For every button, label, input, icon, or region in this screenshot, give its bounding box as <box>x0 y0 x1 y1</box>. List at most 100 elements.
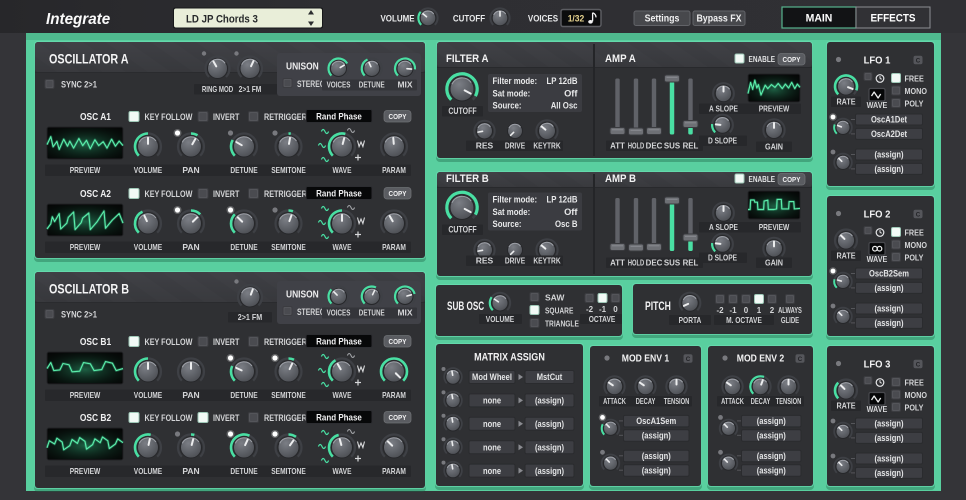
svg-text:DEC: DEC <box>646 142 663 151</box>
svg-text:OSC A1: OSC A1 <box>80 112 111 123</box>
svg-text:RES: RES <box>476 256 494 266</box>
svg-text:ATTACK: ATTACK <box>721 397 744 406</box>
svg-text:Mod Wheel: Mod Wheel <box>472 372 512 382</box>
svg-text:none: none <box>483 396 501 406</box>
svg-text:none: none <box>483 442 501 452</box>
svg-text:RING MOD: RING MOD <box>202 84 233 94</box>
svg-text:VOLUME: VOLUME <box>134 390 163 400</box>
svg-text:1: 1 <box>757 306 762 315</box>
svg-text:POLY: POLY <box>905 99 924 109</box>
svg-text:REL: REL <box>683 259 699 268</box>
svg-text:PARAM: PARAM <box>382 466 406 476</box>
svg-text:-1: -1 <box>599 305 607 314</box>
svg-text:Off: Off <box>564 88 578 98</box>
svg-text:LD JP Chords 3: LD JP Chords 3 <box>186 14 258 26</box>
svg-text:VOLUME: VOLUME <box>134 165 163 175</box>
svg-text:MAIN: MAIN <box>806 13 833 25</box>
svg-text:C: C <box>916 211 921 218</box>
svg-text:D SLOPE: D SLOPE <box>708 253 737 263</box>
svg-text:Filter mode:: Filter mode: <box>493 195 538 205</box>
svg-text:0: 0 <box>613 305 618 314</box>
svg-text:KEY FOLLOW: KEY FOLLOW <box>145 337 193 347</box>
svg-text:RETRIGGER: RETRIGGER <box>264 112 307 122</box>
svg-text:Rand Phase: Rand Phase <box>316 413 362 424</box>
svg-text:2>1 FM: 2>1 FM <box>239 84 262 94</box>
svg-text:SYNC 2>1: SYNC 2>1 <box>61 80 97 90</box>
svg-text:OscA1Det: OscA1Det <box>871 115 907 125</box>
svg-text:OSC B1: OSC B1 <box>80 337 112 348</box>
svg-text:SEMITONE: SEMITONE <box>271 466 306 476</box>
svg-text:MIX: MIX <box>397 80 412 90</box>
svg-text:LP 12dB: LP 12dB <box>547 76 578 86</box>
svg-text:DETUNE: DETUNE <box>230 242 258 252</box>
svg-text:TENSION: TENSION <box>776 397 802 406</box>
svg-text:Sat mode:: Sat mode: <box>493 207 531 217</box>
svg-text:VOLUME: VOLUME <box>380 13 414 24</box>
svg-text:PORTA: PORTA <box>679 315 702 325</box>
svg-text:GAIN: GAIN <box>765 258 783 268</box>
svg-text:EFFECTS: EFFECTS <box>870 13 915 25</box>
svg-text:SEMITONE: SEMITONE <box>271 165 306 175</box>
svg-text:(assign): (assign) <box>757 416 786 426</box>
svg-text:RATE: RATE <box>836 401 855 411</box>
svg-text:DETUNE: DETUNE <box>230 466 258 476</box>
svg-text:MATRIX ASSIGN: MATRIX ASSIGN <box>474 352 545 364</box>
svg-text:DETUNE: DETUNE <box>359 80 385 90</box>
svg-text:ALWAYS: ALWAYS <box>778 306 802 315</box>
svg-text:All Osc: All Osc <box>551 101 578 111</box>
svg-text:M. OCTAVE: M. OCTAVE <box>726 315 762 325</box>
svg-text:RETRIGGER: RETRIGGER <box>264 189 307 199</box>
svg-text:PREVIEW: PREVIEW <box>70 390 101 400</box>
svg-text:(assign): (assign) <box>757 431 786 441</box>
svg-text:OCTAVE: OCTAVE <box>589 314 616 324</box>
svg-text:FREE: FREE <box>905 228 925 238</box>
svg-text:PITCH: PITCH <box>645 299 671 313</box>
svg-text:WAVE: WAVE <box>333 242 352 252</box>
svg-text:RATE: RATE <box>836 251 855 261</box>
svg-text:(assign): (assign) <box>535 396 564 406</box>
svg-text:Rand Phase: Rand Phase <box>316 112 362 123</box>
svg-text:WAVE: WAVE <box>867 100 888 110</box>
svg-text:VOLUME: VOLUME <box>486 314 515 324</box>
svg-text:DEC: DEC <box>646 259 663 268</box>
svg-text:MOD ENV 2: MOD ENV 2 <box>737 353 785 365</box>
svg-text:C: C <box>916 57 921 64</box>
svg-text:C: C <box>916 361 921 368</box>
svg-text:RATE: RATE <box>836 97 855 107</box>
svg-text:KEY FOLLOW: KEY FOLLOW <box>145 112 193 122</box>
svg-text:COPY: COPY <box>389 112 407 121</box>
svg-text:PARAM: PARAM <box>382 165 406 175</box>
svg-text:PREVIEW: PREVIEW <box>70 242 101 252</box>
svg-text:C: C <box>798 356 803 363</box>
svg-text:VOICES: VOICES <box>327 80 351 90</box>
svg-text:REL: REL <box>683 142 699 151</box>
svg-text:PAN: PAN <box>182 466 199 476</box>
svg-text:MOD ENV 1: MOD ENV 1 <box>622 353 670 365</box>
svg-text:WAVE: WAVE <box>333 165 352 175</box>
svg-text:Settings: Settings <box>645 13 680 25</box>
svg-text:WAVE: WAVE <box>867 404 888 414</box>
svg-text:1/32: 1/32 <box>568 13 585 23</box>
svg-text:SEMITONE: SEMITONE <box>271 242 306 252</box>
svg-text:ATT: ATT <box>610 142 625 151</box>
svg-text:CUTOFF: CUTOFF <box>448 106 477 116</box>
svg-text:ATT: ATT <box>610 259 625 268</box>
svg-text:2: 2 <box>770 306 775 315</box>
svg-text:(assign): (assign) <box>875 468 904 478</box>
svg-text:PREVIEW: PREVIEW <box>70 466 101 476</box>
svg-text:RES: RES <box>476 141 494 151</box>
svg-text:POLY: POLY <box>905 403 924 413</box>
svg-text:COPY: COPY <box>389 189 407 198</box>
svg-text:SEMITONE: SEMITONE <box>271 390 306 400</box>
svg-text:D SLOPE: D SLOPE <box>708 136 737 146</box>
svg-text:TRIANGLE: TRIANGLE <box>545 319 579 329</box>
svg-text:GAIN: GAIN <box>765 142 783 152</box>
svg-text:FILTER A: FILTER A <box>446 53 489 65</box>
svg-text:Bypass FX: Bypass FX <box>696 13 741 25</box>
svg-text:VOICES: VOICES <box>528 13 558 24</box>
svg-text:FREE: FREE <box>905 74 925 84</box>
svg-text:STEREO: STEREO <box>297 79 325 89</box>
svg-text:GLIDE: GLIDE <box>781 316 800 325</box>
svg-text:SUS: SUS <box>664 259 680 268</box>
svg-text:COPY: COPY <box>389 413 407 422</box>
